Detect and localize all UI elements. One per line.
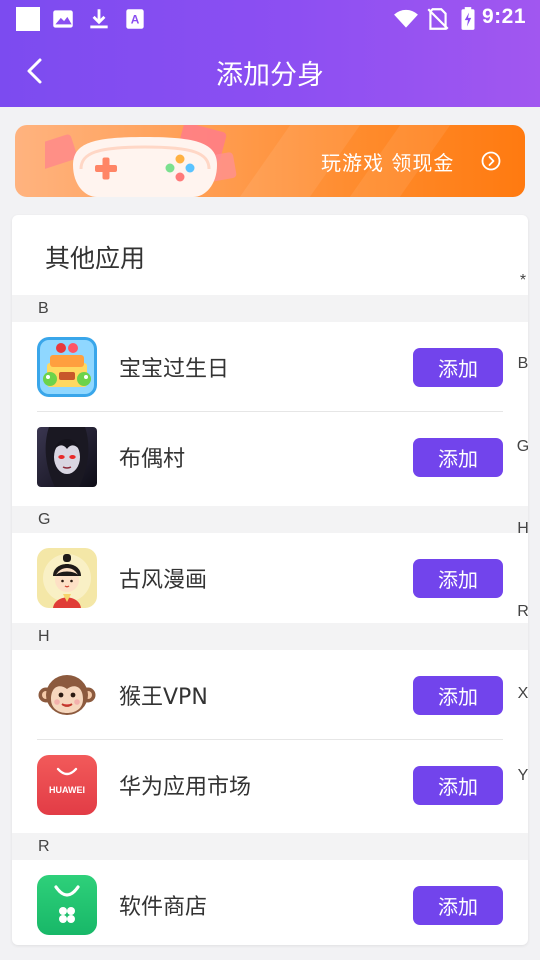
add-button[interactable]: 添加 (413, 766, 503, 805)
wifi-icon (394, 9, 418, 28)
app-icon-doll-village (37, 427, 97, 487)
list-item: 猴王VPN 添加 (12, 650, 528, 740)
app-icon-baby-birthday (37, 337, 97, 397)
app-name: 古风漫画 (119, 568, 208, 593)
app-name: 华为应用市场 (119, 775, 252, 800)
svg-text:A: A (131, 12, 140, 26)
list-item: 软件商店 添加 (12, 860, 528, 945)
image-icon (53, 10, 73, 28)
app-icon-huawei-appgallery: HUAWEI (37, 755, 97, 815)
chevron-right-circle-icon (481, 151, 501, 171)
app-list-card: 其他应用 B 宝宝过生日 添加 布偶村 添加 G 古风漫画 添加 H 猴王VPN… (12, 215, 528, 945)
gamepad-icon (45, 125, 237, 197)
app-icon-monkey-vpn (37, 665, 97, 725)
app-name: 布偶村 (119, 447, 186, 472)
no-sim-icon (427, 8, 449, 30)
add-button[interactable]: 添加 (413, 438, 503, 477)
index-letter-g[interactable]: G (516, 438, 530, 456)
add-button[interactable]: 添加 (413, 348, 503, 387)
index-letter-r[interactable]: R (516, 603, 530, 621)
index-letter-y[interactable]: Y (516, 767, 530, 785)
app-name: 宝宝过生日 (119, 357, 230, 382)
notification-square-icon (16, 7, 40, 31)
app-icon-ancient-comics (37, 548, 97, 608)
index-letter-x[interactable]: X (516, 685, 530, 703)
section-header-h: H (12, 623, 528, 650)
status-bar: A 9:21 (0, 0, 540, 36)
banner-text: 玩游戏 领现金 (321, 151, 455, 175)
index-letter-b[interactable]: B (516, 355, 530, 373)
card-title: 其他应用 (45, 244, 146, 273)
section-header-b: B (12, 295, 528, 322)
status-time: 9:21 (481, 5, 526, 28)
app-icon-software-store (37, 875, 97, 935)
font-app-icon: A (126, 9, 144, 29)
index-letter-star[interactable]: * (516, 272, 530, 290)
list-item: 古风漫画 添加 (12, 533, 528, 623)
page-header: 添加分身 (0, 36, 540, 107)
app-name: 猴王VPN (119, 685, 208, 710)
huawei-icon-text: HUAWEI (49, 785, 85, 795)
add-button[interactable]: 添加 (413, 886, 503, 925)
top-app-bar: A 9:21 添加分身 (0, 0, 540, 107)
list-item: 宝宝过生日 添加 (12, 322, 528, 412)
page-title: 添加分身 (216, 60, 324, 91)
battery-charging-icon (461, 7, 475, 30)
promo-banner[interactable]: 玩游戏 领现金 (15, 125, 525, 197)
add-button[interactable]: 添加 (413, 676, 503, 715)
section-header-g: G (12, 506, 528, 533)
list-item: 布偶村 添加 (12, 412, 528, 502)
list-item: HUAWEI 华为应用市场 添加 (12, 740, 528, 830)
index-letter-h[interactable]: H (516, 520, 530, 538)
app-name: 软件商店 (119, 895, 208, 920)
add-button[interactable]: 添加 (413, 559, 503, 598)
download-icon (90, 9, 108, 29)
section-header-r: R (12, 833, 528, 860)
